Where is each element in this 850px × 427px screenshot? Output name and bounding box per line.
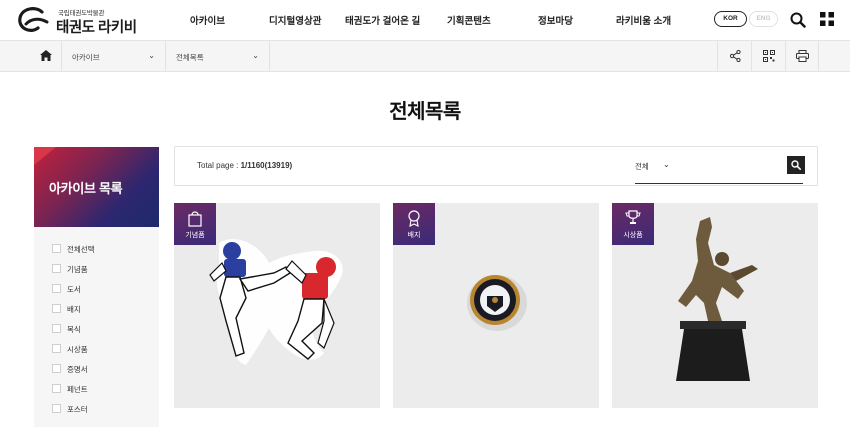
logo-mark-icon	[18, 7, 49, 32]
sidebar-item-label: 포스터	[67, 405, 88, 414]
share-button[interactable]	[717, 41, 751, 71]
search-panel: Total page : 1/1160(13919) 전체 ⌄	[174, 146, 818, 186]
chevron-down-icon: ⌄	[252, 51, 259, 60]
category-badge: 시상품	[612, 203, 654, 245]
location-depth2-label: 전체목록	[176, 53, 204, 62]
sidebar-header-accent	[34, 147, 56, 165]
share-icon	[730, 50, 741, 62]
lang-kor-button[interactable]: KOR	[714, 11, 747, 27]
archive-card[interactable]: 시상품	[612, 203, 818, 408]
checkbox[interactable]	[52, 244, 61, 253]
category-label: 배지	[407, 232, 421, 239]
archive-card[interactable]: 기념품	[174, 203, 380, 408]
medal-icon	[408, 210, 420, 227]
search-underline	[635, 183, 803, 184]
nav-info[interactable]: 정보마당	[538, 13, 573, 27]
category-badge: 기념품	[174, 203, 216, 245]
search-input[interactable]	[675, 156, 785, 174]
chevron-down-icon: ⌄	[663, 160, 670, 169]
location-depth1-select[interactable]: 아카이브 ⌄	[62, 41, 166, 71]
chevron-down-icon: ⌄	[148, 51, 155, 60]
checkbox[interactable]	[52, 284, 61, 293]
total-page-info: Total page : 1/1160(13919)	[197, 161, 292, 170]
category-label: 기념품	[185, 232, 205, 239]
site-logo[interactable]: 국립태권도박물관 태권도 라키비움	[16, 5, 146, 57]
total-page-label: Total page :	[197, 161, 241, 170]
search-icon[interactable]	[790, 12, 806, 28]
nav-archive[interactable]: 아카이브	[190, 13, 225, 27]
location-depth1-label: 아카이브	[72, 53, 100, 62]
trophy-icon	[625, 210, 641, 224]
sidebar-header: 아카이브 목록	[34, 147, 159, 227]
search-button[interactable]	[787, 156, 805, 174]
sidebar-item-label: 복식	[67, 325, 81, 334]
search-icon	[791, 160, 801, 170]
home-icon	[40, 50, 52, 61]
sidebar-item-label: 증명서	[67, 365, 88, 374]
checkbox[interactable]	[52, 344, 61, 353]
total-page-value: 1/1160(13919)	[240, 161, 293, 170]
category-label: 시상품	[623, 232, 643, 239]
sidebar-item-label: 시상품	[67, 345, 88, 354]
gift-bag-icon	[188, 211, 202, 227]
sidebar-item-label: 페넌트	[67, 385, 88, 394]
home-button[interactable]	[30, 41, 62, 71]
nav-special-content[interactable]: 기획콘텐츠	[447, 13, 491, 27]
sidebar-category-list: 전체선택 기념품 도서 배지 복식 시상품 증명서 페넌트 포스터	[34, 227, 159, 427]
location-bar: 아카이브 ⌄ 전체목록 ⌄	[0, 40, 850, 72]
sidebar-item-label: 도서	[67, 285, 81, 294]
search-scope-select[interactable]: 전체 ⌄	[635, 160, 670, 172]
nav-digital-video[interactable]: 디지털영상관	[269, 13, 321, 27]
qr-icon	[763, 50, 775, 62]
nav-about[interactable]: 라키비움 소개	[616, 13, 671, 27]
nav-history[interactable]: 태권도가 걸어온 길	[345, 13, 420, 27]
grid-menu-icon[interactable]	[820, 12, 834, 26]
sidebar-item-label: 기념품	[67, 265, 88, 274]
sidebar-item-label: 배지	[67, 305, 81, 314]
search-scope-label: 전체	[635, 162, 649, 171]
site-header: 국립태권도박물관 태권도 라키비움 아카이브 디지털영상관 태권도가 걸어온 길…	[0, 0, 850, 57]
sidebar-title: 아카이브 목록	[49, 181, 123, 196]
print-button[interactable]	[785, 41, 819, 71]
checkbox[interactable]	[52, 404, 61, 413]
checkbox[interactable]	[52, 324, 61, 333]
checkbox[interactable]	[52, 304, 61, 313]
checkbox[interactable]	[52, 364, 61, 373]
location-depth2-select[interactable]: 전체목록 ⌄	[166, 41, 270, 71]
checkbox[interactable]	[52, 384, 61, 393]
category-badge: 배지	[393, 203, 435, 245]
checkbox[interactable]	[52, 264, 61, 273]
print-icon	[796, 50, 809, 62]
archive-card[interactable]: 배지	[393, 203, 599, 408]
lang-eng-button[interactable]: ENG	[749, 11, 778, 27]
qr-button[interactable]	[751, 41, 785, 71]
sidebar-item-label: 전체선택	[67, 245, 95, 254]
page-title: 전체목록	[389, 101, 461, 123]
